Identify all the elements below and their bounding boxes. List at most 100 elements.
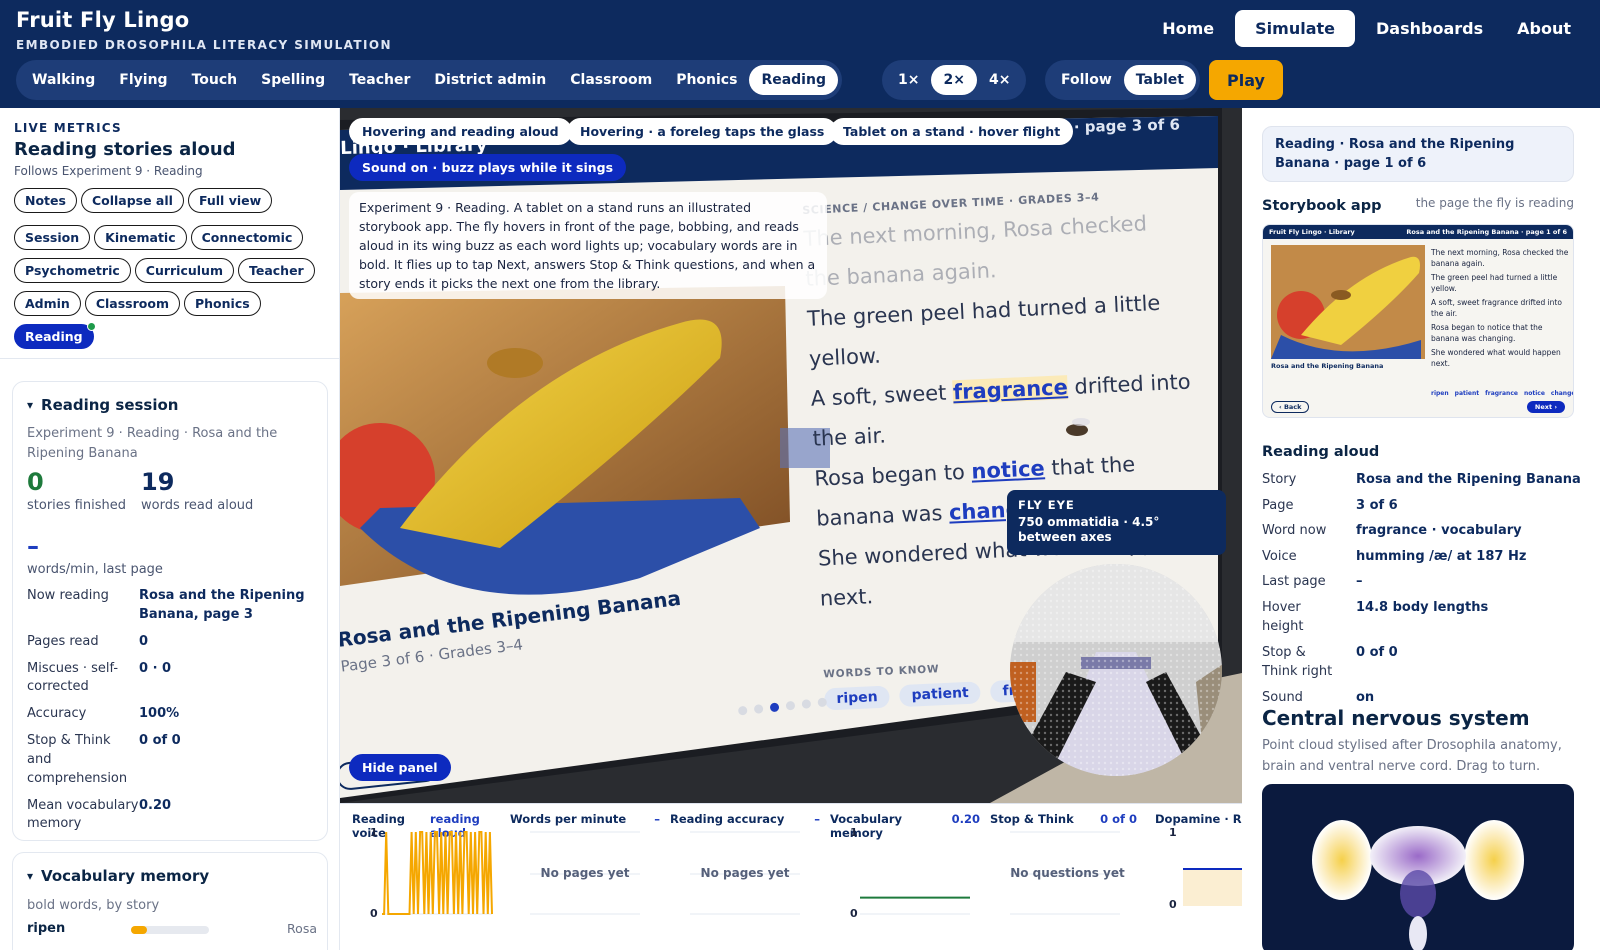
camera-tablet[interactable]: Tablet [1123, 65, 1196, 95]
vocabulary-word[interactable]: notice [971, 456, 1045, 483]
y-min-label: 0 [1169, 898, 1177, 911]
speed-2x[interactable]: 2× [931, 65, 977, 95]
filter-curriculum[interactable]: Curriculum [134, 258, 234, 283]
words-stat: 19 words read aloud [141, 468, 253, 513]
filter-connectomic[interactable]: Connectomic [190, 225, 304, 250]
scene-description: Experiment 9 · Reading. A tablet on a st… [349, 192, 827, 299]
page-dot[interactable] [753, 704, 764, 714]
detail-key: Hover height [1262, 599, 1304, 635]
play-button[interactable]: Play [1209, 60, 1283, 100]
detail-value: 0 of 0 [1356, 644, 1398, 660]
wpm-value: – [27, 532, 39, 560]
thumb-line: Rosa began to notice that the banana was… [1431, 323, 1543, 343]
filter-phonics[interactable]: Phonics [183, 291, 261, 316]
detail-value: 0 [139, 633, 149, 649]
session-details: Now reading Rosa and the Ripening Banana,… [27, 587, 317, 834]
series-line [382, 831, 493, 915]
chart-words-per-minute: Words per minute – No pages yet [510, 804, 660, 950]
wpm-label: words/min, last page [27, 562, 163, 577]
tab-classroom[interactable]: Classroom [558, 65, 664, 95]
detail-key: Now reading [27, 588, 109, 603]
scenario-tabs: Walking Flying Touch Spelling Teacher Di… [16, 60, 842, 100]
simulation-viewport[interactable]: Lingo · Library Rosa and the Ripening Ba… [340, 108, 1242, 803]
filter-admin[interactable]: Admin [14, 291, 81, 316]
notes-button[interactable]: Notes [14, 188, 77, 213]
detail-key: Page [1262, 497, 1294, 513]
speed-1x[interactable]: 1× [886, 65, 931, 95]
filter-kinematic[interactable]: Kinematic [94, 225, 187, 250]
detail-value: Rosa and the Ripening Banana [1356, 472, 1581, 487]
nav-about[interactable]: About [1504, 10, 1584, 47]
detail-value: Rosa and the Ripening Banana, page 3 [139, 588, 305, 622]
chevron-down-icon: ▾ [27, 869, 34, 883]
sound-badge[interactable]: Sound on · buzz plays while it sings [349, 154, 627, 181]
page-dot[interactable] [737, 705, 748, 716]
y-min-label: 0 [370, 907, 378, 920]
tab-teacher[interactable]: Teacher [337, 65, 422, 95]
reading-session-header[interactable]: ▾ Reading session [27, 396, 178, 414]
hide-panel-button[interactable]: Hide panel [349, 754, 451, 781]
cns-viewer[interactable] [1262, 784, 1574, 950]
collapse-all-button[interactable]: Collapse all [80, 188, 184, 213]
storybook-thumbnail[interactable]: Fruit Fly Lingo · Library Rosa and the Ri… [1262, 224, 1574, 418]
story-text: A soft, sweet [810, 380, 954, 411]
vocabulary-header[interactable]: ▾ Vocabulary memory [27, 867, 209, 885]
cns-description: Point cloud stylised after Drosophila an… [1262, 738, 1562, 774]
nav-home[interactable]: Home [1149, 10, 1227, 47]
story-text: yellow. [808, 343, 882, 371]
stories-finished-value: 0 [27, 468, 44, 496]
filter-teacher[interactable]: Teacher [237, 258, 315, 283]
top-bar: Fruit Fly Lingo EMBODIED DROSOPHILA LITE… [0, 0, 1600, 108]
thumb-word: ripen [1431, 390, 1449, 397]
filter-reading[interactable]: Reading [14, 322, 96, 349]
chart-title: Stop & Think [990, 812, 1074, 826]
storybook-title: Storybook app [1262, 198, 1382, 214]
tab-reading[interactable]: Reading [749, 65, 838, 95]
metrics-title: Reading stories aloud [14, 139, 236, 160]
detail-key: Story [1262, 472, 1297, 487]
detail-value: 14.8 body lengths [1356, 599, 1489, 615]
tab-phonics[interactable]: Phonics [664, 65, 749, 95]
filter-classroom[interactable]: Classroom [84, 291, 180, 316]
camera-selector: Follow Tablet [1045, 60, 1200, 100]
y-min-label: 0 [850, 907, 858, 920]
story-lines: The next morning, Rosa checked the banana… [803, 201, 1221, 619]
filter-psychometric[interactable]: Psychometric [14, 258, 131, 283]
tab-touch[interactable]: Touch [180, 65, 250, 95]
detail-value: fragrance · vocabulary [1356, 523, 1522, 538]
inspector-panel: Reading · Rosa and the Ripening Banana ·… [1242, 108, 1600, 950]
word-chip[interactable]: patient [899, 681, 982, 708]
camera-follow[interactable]: Follow [1049, 65, 1124, 95]
vocabulary-word[interactable]: fragrance [952, 375, 1069, 405]
thumb-illustration [1271, 245, 1425, 359]
tab-spelling[interactable]: Spelling [249, 65, 337, 95]
speed-4x[interactable]: 4× [977, 65, 1022, 95]
nav-simulate[interactable]: Simulate [1235, 10, 1356, 47]
nav-dashboards[interactable]: Dashboards [1363, 10, 1496, 47]
page-dot[interactable] [769, 702, 780, 713]
thumb-words: ripen patient fragrance notice change [1431, 390, 1574, 397]
tab-walking[interactable]: Walking [20, 65, 107, 95]
detail-value: humming /æ/ at 187 Hz [1356, 548, 1527, 564]
reading-voice-plot [382, 831, 493, 915]
filter-session[interactable]: Session [14, 225, 91, 250]
word-chip[interactable]: ripen [824, 685, 891, 711]
tab-flying[interactable]: Flying [107, 65, 179, 95]
thumb-word: change [1550, 390, 1574, 397]
story-text: Rosa began to [813, 459, 973, 491]
story-text: the air. [812, 423, 887, 451]
words-read-label: words read aloud [141, 498, 254, 513]
page-dot[interactable] [817, 697, 828, 708]
vocab-bar-track [131, 926, 209, 934]
page-dot[interactable] [801, 699, 812, 709]
fly-body-icon [1066, 424, 1088, 436]
fly [1062, 418, 1092, 438]
metric-filters: Session Kinematic ConnectomicPsychometric C… [14, 225, 324, 357]
detail-key: Voice [1262, 548, 1297, 564]
detail-key: Stop & Think and comprehension [27, 733, 128, 786]
page-dot[interactable] [785, 700, 796, 711]
tab-district-admin[interactable]: District admin [422, 65, 558, 95]
full-view-button[interactable]: Full view [187, 188, 273, 213]
thumb-next-button: Next › [1526, 401, 1565, 413]
session-caption: Experiment 9 · Reading · Rosa and the Ri… [27, 426, 278, 461]
